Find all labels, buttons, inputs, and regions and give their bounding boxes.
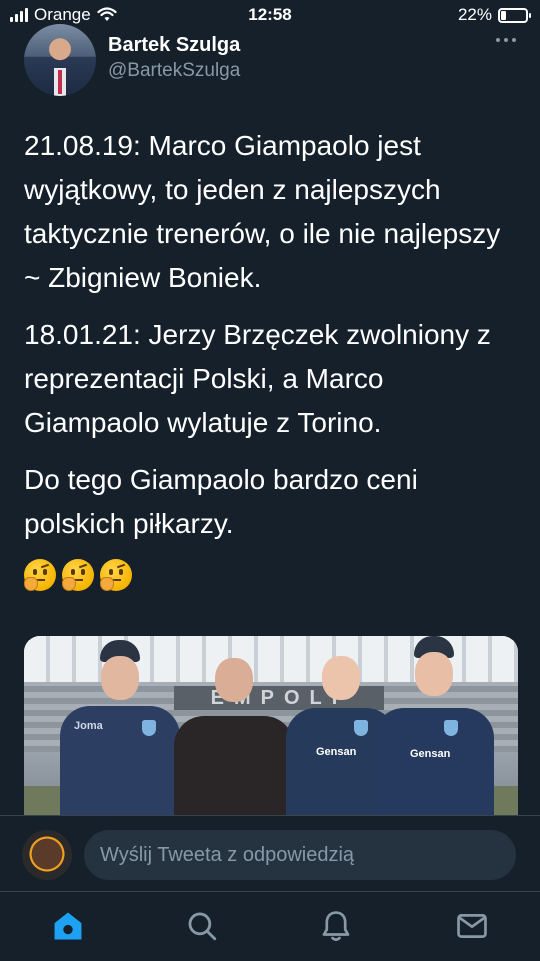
thinking-face-icon <box>62 559 94 591</box>
battery-icon <box>498 7 531 23</box>
reply-input[interactable]: Wyślij Tweeta z odpowiedzią <box>84 830 516 880</box>
tweet-paragraph-3: Do tego Giampaolo bardzo ceni polskich p… <box>24 464 418 539</box>
more-horizontal-icon[interactable] <box>496 38 516 42</box>
tweet-text: 21.08.19: Marco Giampaolo jest wyjątkowy… <box>24 124 524 591</box>
home-icon <box>54 912 82 940</box>
search-icon <box>188 912 217 941</box>
tweet-paragraph-2: 18.01.21: Jerzy Brzęczek zwolniony z rep… <box>24 319 491 438</box>
messages-icon <box>457 914 487 938</box>
author-avatar[interactable] <box>24 24 96 96</box>
thinking-face-icon <box>24 559 56 591</box>
jersey-brand: Joma <box>74 720 103 732</box>
jersey-sponsor-1: Gensan <box>316 746 357 758</box>
battery-group: 22% <box>457 5 531 25</box>
battery-level <box>501 10 506 20</box>
person-coach: Joma <box>60 640 180 826</box>
notifications-icon <box>322 911 350 942</box>
author-handle[interactable]: @BartekSzulga <box>108 60 240 82</box>
tab-notifications[interactable] <box>316 906 356 946</box>
avatar-tie <box>58 70 62 94</box>
battery-percent: 22% <box>457 5 492 24</box>
tab-messages[interactable] <box>452 906 492 946</box>
user-avatar[interactable] <box>22 830 72 880</box>
tweet-paragraph-1: 21.08.19: Marco Giampaolo jest wyjątkowy… <box>24 130 501 293</box>
person-guest <box>174 658 294 826</box>
tweet-photo[interactable]: EMPOLI Joma Gensan Gensan <box>24 636 518 826</box>
tab-bar <box>0 891 540 961</box>
author-name[interactable]: Bartek Szulga <box>108 34 240 57</box>
tab-home[interactable] <box>48 906 88 946</box>
thinking-face-icon <box>100 559 132 591</box>
status-bar: Orange 12:58 22% <box>0 0 540 30</box>
person-player-2: Gensan <box>374 636 494 826</box>
tab-search[interactable] <box>182 906 222 946</box>
reply-bar: Wyślij Tweeta z odpowiedzią <box>0 815 540 891</box>
emoji-row <box>24 559 524 591</box>
jersey-sponsor-2: Gensan <box>410 748 451 760</box>
